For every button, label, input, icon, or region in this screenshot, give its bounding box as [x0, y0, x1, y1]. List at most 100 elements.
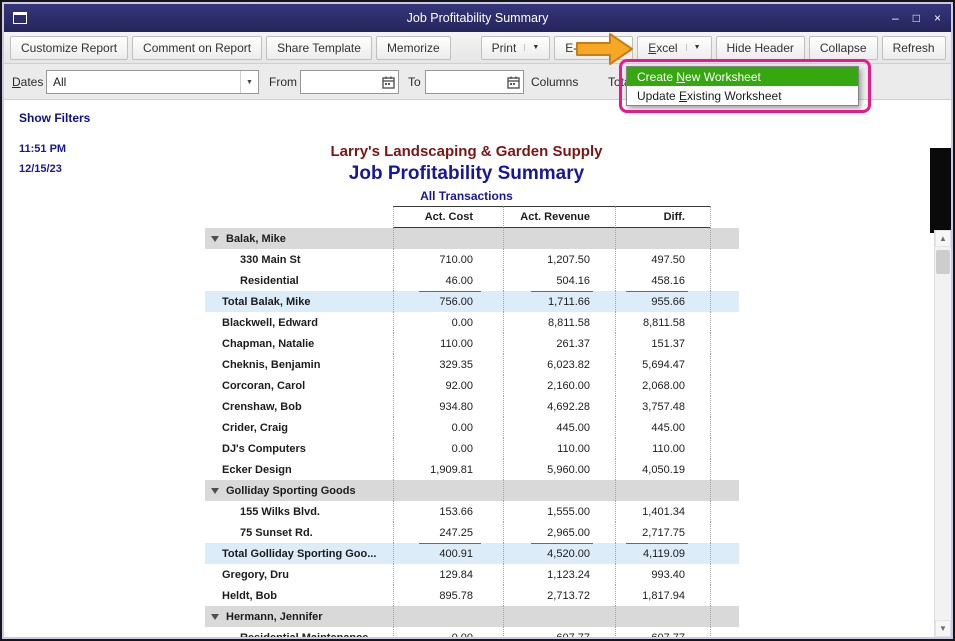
calendar-icon[interactable]: [503, 71, 523, 93]
row-name: 155 Wilks Blvd.: [240, 506, 320, 518]
row-diff: 607.77: [615, 627, 710, 637]
table-row: Corcoran, Carol 92.00 2,160.00 2,068.00: [205, 375, 739, 396]
collapse-triangle[interactable]: [211, 488, 219, 494]
toolbar-button-label: Comment on Report: [143, 41, 251, 55]
row-revenue: [503, 228, 615, 249]
report-table-body: Balak, Mike 330 Main St 710.00 1,207.50 …: [205, 228, 739, 637]
dark-scroll-region: [930, 148, 951, 233]
row-revenue: 6,023.82: [503, 354, 615, 375]
row-diff: 4,119.09: [615, 543, 710, 564]
header-spacer: [710, 206, 737, 228]
row-revenue: 1,711.66: [503, 291, 615, 312]
row-cost: 129.84: [393, 564, 503, 585]
row-cost: 0.00: [393, 438, 503, 459]
row-cost: 110.00: [393, 333, 503, 354]
table-row: Heldt, Bob 895.78 2,713.72 1,817.94: [205, 585, 739, 606]
row-revenue: 4,692.28: [503, 396, 615, 417]
row-name: Balak, Mike: [226, 233, 286, 245]
row-revenue: 2,965.00: [503, 522, 615, 543]
dates-dropdown-value: All: [47, 75, 240, 89]
table-row: Crider, Craig 0.00 445.00 445.00: [205, 417, 739, 438]
toolbar-button-e-mail[interactable]: E-mail ▼: [554, 36, 633, 60]
table-row: Total Balak, Mike 756.00 1,711.66 955.66: [205, 291, 739, 312]
chevron-down-icon: ▼: [694, 44, 701, 51]
collapse-triangle[interactable]: [211, 614, 219, 620]
toolbar-button-label: Hide Header: [727, 41, 794, 55]
row-diff: 497.50: [615, 249, 710, 270]
row-name: DJ's Computers: [222, 443, 306, 455]
scrollbar-thumb[interactable]: [936, 250, 950, 274]
maximize-button[interactable]: □: [913, 10, 920, 26]
close-button[interactable]: ×: [934, 10, 941, 26]
row-revenue: 5,960.00: [503, 459, 615, 480]
calendar-icon[interactable]: [378, 71, 398, 93]
report-area: Show Filters 11:51 PM 12/15/23 Larry's L…: [4, 100, 951, 637]
row-name: Corcoran, Carol: [222, 380, 305, 392]
vertical-scrollbar[interactable]: ▲ ▼: [934, 230, 951, 637]
row-revenue: 2,713.72: [503, 585, 615, 606]
row-diff: 993.40: [615, 564, 710, 585]
toolbar-button-comment-on-report[interactable]: Comment on Report: [132, 36, 262, 60]
dropdown-arrow-zone[interactable]: ▼: [524, 44, 539, 51]
scroll-up-arrow-icon[interactable]: ▲: [935, 230, 951, 247]
toolbar-button-excel[interactable]: Excel ▼: [637, 36, 711, 60]
report-table: Act. Cost Act. Revenue Diff. Balak, Mike: [205, 206, 739, 637]
row-name: Blackwell, Edward: [222, 317, 318, 329]
row-name: Residential: [240, 275, 299, 287]
dates-dropdown-arrow[interactable]: ▼: [240, 71, 258, 93]
from-label: From: [269, 75, 297, 89]
from-date-input[interactable]: [301, 75, 378, 89]
row-revenue: 110.00: [503, 438, 615, 459]
row-revenue: 4,520.00: [503, 543, 615, 564]
toolbar-button-customize-report[interactable]: Customize Report: [10, 36, 128, 60]
excel-dropdown-menu: Create New Worksheet Update Existing Wor…: [626, 66, 859, 106]
row-cost: [393, 606, 503, 627]
header-diff: Diff.: [615, 206, 710, 228]
table-row: Residential Maintenance 0.00 607.77 607.…: [205, 627, 739, 637]
row-cost: 400.91: [393, 543, 503, 564]
toolbar-button-label: Refresh: [893, 41, 935, 55]
row-revenue: 607.77: [503, 627, 615, 637]
toolbar-button-label: E-mail: [565, 41, 599, 55]
toolbar-button-label: Customize Report: [21, 41, 117, 55]
to-date-input[interactable]: [426, 75, 503, 89]
row-name: Gregory, Dru: [222, 569, 289, 581]
toolbar-button-memorize[interactable]: Memorize: [376, 36, 451, 60]
row-diff: 3,757.48: [615, 396, 710, 417]
table-row: Chapman, Natalie 110.00 261.37 151.37: [205, 333, 739, 354]
row-name: Golliday Sporting Goods: [226, 485, 356, 497]
row-revenue: [503, 480, 615, 501]
row-diff: 2,068.00: [615, 375, 710, 396]
row-diff: [615, 228, 710, 249]
table-row: Ecker Design 1,909.81 5,960.00 4,050.19: [205, 459, 739, 480]
toolbar-button-collapse[interactable]: Collapse: [809, 36, 878, 60]
menu-item[interactable]: Create New Worksheet: [627, 67, 858, 86]
row-revenue: 8,811.58: [503, 312, 615, 333]
dropdown-arrow-zone[interactable]: ▼: [686, 44, 701, 51]
table-row: Balak, Mike: [205, 228, 739, 249]
dropdown-arrow-zone[interactable]: ▼: [607, 44, 622, 51]
dates-dropdown[interactable]: All ▼: [46, 70, 259, 94]
report-title: Job Profitability Summary: [4, 163, 929, 185]
toolbar-button-print[interactable]: Print ▼: [481, 36, 551, 60]
minimize-button[interactable]: –: [892, 10, 899, 26]
toolbar-button-hide-header[interactable]: Hide Header: [716, 36, 805, 60]
row-name: Residential Maintenance: [240, 632, 368, 638]
menu-item-label: Create New Worksheet: [637, 70, 761, 84]
row-name: 75 Sunset Rd.: [240, 527, 313, 539]
from-date-field: [300, 70, 399, 94]
toolbar-button-refresh[interactable]: Refresh: [882, 36, 946, 60]
row-cost: 0.00: [393, 417, 503, 438]
scroll-down-arrow-icon[interactable]: ▼: [935, 620, 951, 637]
menu-item[interactable]: Update Existing Worksheet: [627, 86, 858, 105]
collapse-triangle[interactable]: [211, 236, 219, 242]
table-row: Total Golliday Sporting Goo... 400.91 4,…: [205, 543, 739, 564]
dates-label: Dates: [12, 75, 43, 89]
row-diff: 458.16: [615, 270, 710, 291]
row-name: 330 Main St: [240, 254, 301, 266]
table-row: Cheknis, Benjamin 329.35 6,023.82 5,694.…: [205, 354, 739, 375]
row-cost: [393, 228, 503, 249]
show-filters-link[interactable]: Show Filters: [19, 111, 90, 125]
toolbar-button-share-template[interactable]: Share Template: [266, 36, 372, 60]
row-revenue: 1,555.00: [503, 501, 615, 522]
